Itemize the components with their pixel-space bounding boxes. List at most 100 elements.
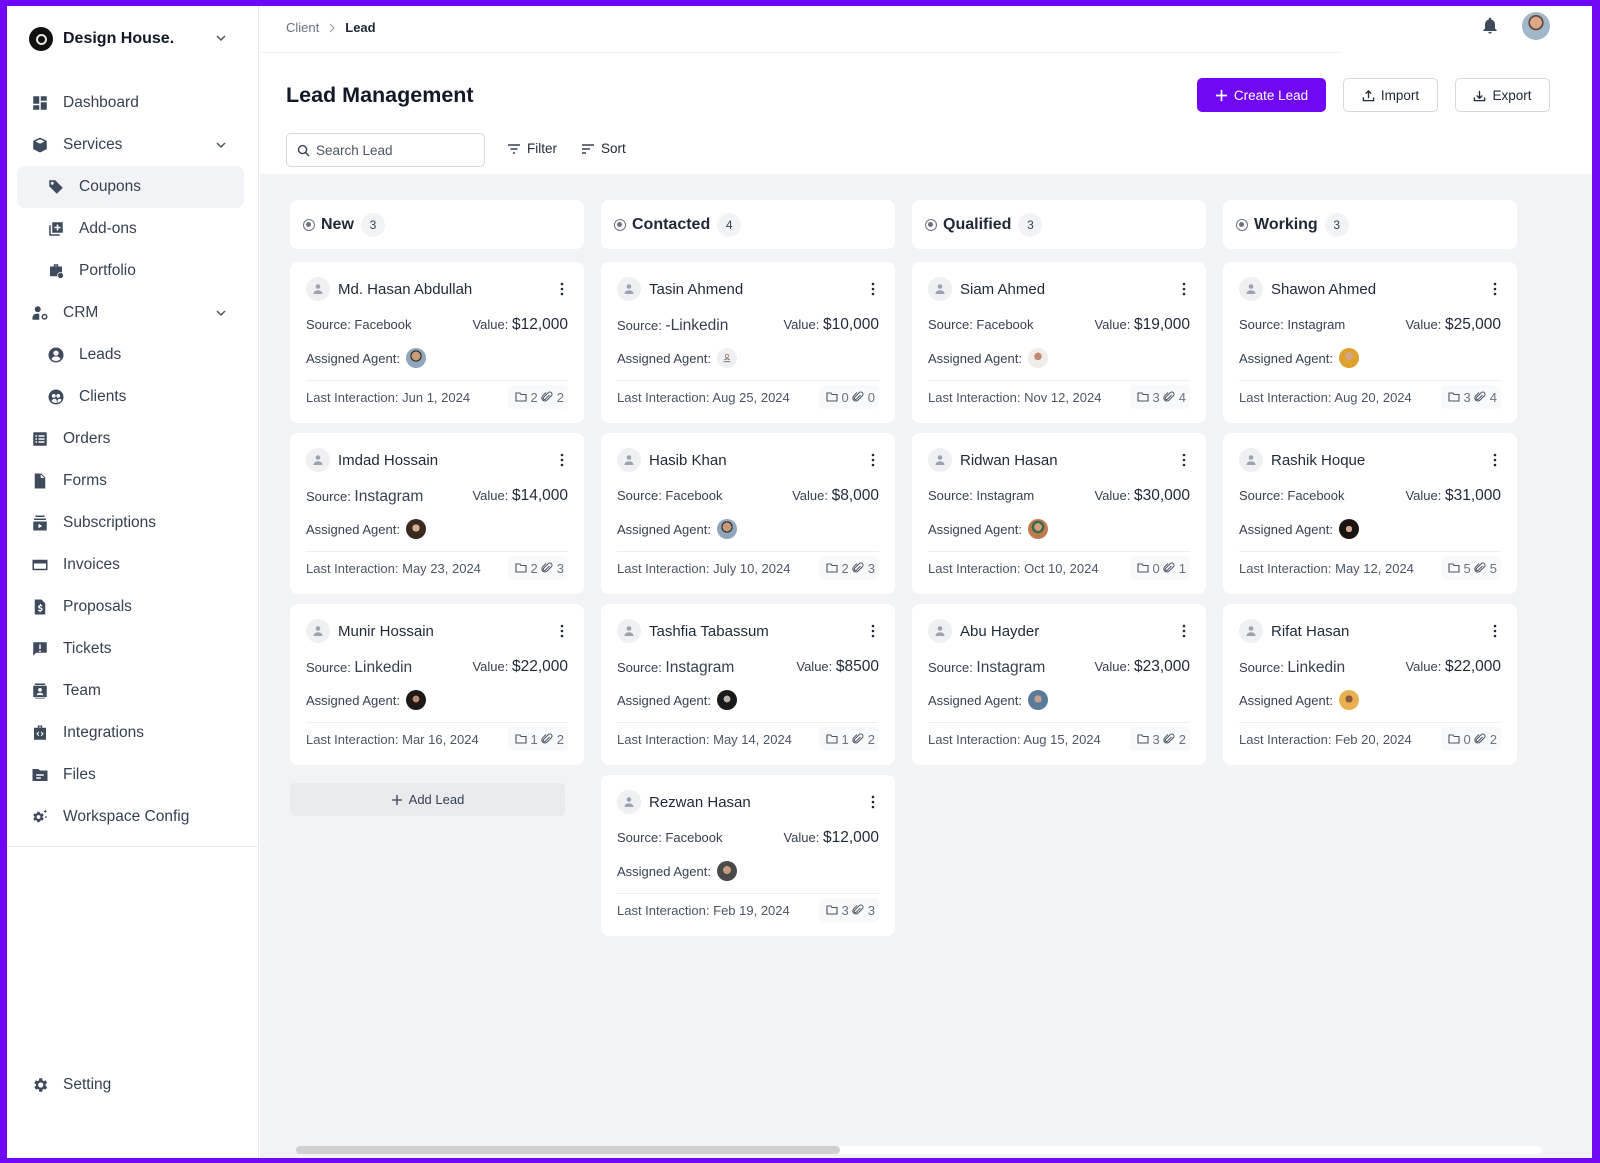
card-divider	[1239, 551, 1501, 552]
agent-avatar[interactable]	[716, 690, 737, 710]
lead-card[interactable]: Siam Ahmed Source: Facebook Value: $19,000…	[912, 262, 1206, 423]
agent-avatar[interactable]	[405, 519, 426, 539]
lead-card[interactable]: Hasib Khan Source: Facebook Value: $8,000 A…	[601, 433, 895, 594]
last-date: Aug 25, 2024	[712, 390, 790, 405]
more-options-icon[interactable]	[1493, 624, 1497, 638]
lead-name[interactable]: Rifat Hasan	[1271, 623, 1349, 640]
agent-avatar[interactable]	[716, 519, 737, 539]
card-divider	[306, 551, 568, 552]
lead-name[interactable]: Ridwan Hasan	[960, 452, 1058, 469]
lead-name[interactable]: Imdad Hossain	[338, 452, 438, 469]
more-options-icon[interactable]	[560, 624, 564, 638]
more-options-icon[interactable]	[871, 624, 875, 638]
sidebar-item-crm[interactable]: CRM	[7, 292, 259, 334]
agent-avatar[interactable]	[405, 348, 426, 368]
sidebar-item-dashboard[interactable]: Dashboard	[7, 82, 259, 124]
more-options-icon[interactable]	[871, 795, 875, 809]
sidebar-item-add-ons[interactable]: Add-ons	[7, 208, 259, 250]
sidebar-item-portfolio[interactable]: Portfolio	[7, 250, 259, 292]
more-options-icon[interactable]	[560, 453, 564, 467]
sidebar-item-proposals[interactable]: Proposals	[7, 586, 259, 628]
more-options-icon[interactable]	[1493, 453, 1497, 467]
lead-name[interactable]: Rezwan Hasan	[649, 794, 751, 811]
unassigned-agent-icon[interactable]	[716, 348, 737, 368]
breadcrumb-client[interactable]: Client	[286, 20, 319, 35]
paperclip-icon	[1163, 562, 1175, 573]
more-options-icon[interactable]	[1182, 453, 1186, 467]
lead-card[interactable]: Rezwan Hasan Source: Facebook Value: $12,0…	[601, 775, 895, 936]
lead-card[interactable]: Tasin Ahmend Source: -Linkedin Value: $10,…	[601, 262, 895, 423]
sidebar-item-clients[interactable]: Clients	[7, 376, 259, 418]
agent-avatar[interactable]	[1338, 348, 1359, 368]
lead-source: Source: Instagram	[928, 488, 1034, 503]
agent-avatar[interactable]	[405, 690, 426, 710]
sort-button[interactable]: Sort	[581, 141, 626, 156]
chevron-down-icon[interactable]	[213, 137, 229, 153]
sidebar-item-setting[interactable]: Setting	[31, 1076, 111, 1094]
sidebar-item-integrations[interactable]: Integrations	[7, 712, 259, 754]
lead-card[interactable]: Munir Hossain Source: Linkedin Value: $22,…	[290, 604, 584, 765]
import-button[interactable]: Import	[1343, 78, 1438, 112]
lead-card[interactable]: Ridwan Hasan Source: Instagram Value: $30,…	[912, 433, 1206, 594]
horizontal-scrollbar[interactable]	[296, 1146, 840, 1154]
lead-name[interactable]: Tashfia Tabassum	[649, 623, 769, 640]
sidebar-item-team[interactable]: Team	[7, 670, 259, 712]
lead-name[interactable]: Shawon Ahmed	[1271, 281, 1376, 298]
user-avatar[interactable]	[1522, 12, 1550, 40]
more-options-icon[interactable]	[1182, 282, 1186, 296]
sidebar-item-orders[interactable]: Orders	[7, 418, 259, 460]
sidebar-item-workspace-config[interactable]: Workspace Config	[7, 796, 259, 838]
sidebar-item-invoices[interactable]: Invoices	[7, 544, 259, 586]
lead-source: Source: Facebook	[306, 317, 412, 332]
lead-name[interactable]: Abu Hayder	[960, 623, 1039, 640]
file-count: 0	[1152, 560, 1160, 576]
lead-card[interactable]: Tashfia Tabassum Source: Instagram Value: …	[601, 604, 895, 765]
source-label: Source:	[617, 660, 666, 675]
lead-value: Value: $19,000	[1094, 316, 1190, 334]
bell-icon[interactable]	[1480, 16, 1500, 36]
lead-card[interactable]: Rifat Hasan Source: Linkedin Value: $22,00…	[1223, 604, 1517, 765]
sidebar-item-forms[interactable]: Forms	[7, 460, 259, 502]
sidebar-item-coupons[interactable]: Coupons	[17, 166, 244, 208]
workspace-switcher[interactable]: Design House.	[29, 26, 229, 52]
lead-card[interactable]: Imdad Hossain Source: Instagram Value: $14…	[290, 433, 584, 594]
more-options-icon[interactable]	[1493, 282, 1497, 296]
lead-name[interactable]: Siam Ahmed	[960, 281, 1045, 298]
agent-avatar[interactable]	[1338, 690, 1359, 710]
column-working: Working 3 Shawon Ahmed Source: Instagram Val…	[1223, 200, 1517, 765]
filter-button[interactable]: Filter	[507, 141, 557, 156]
agent-avatar[interactable]	[716, 861, 737, 881]
sidebar-item-files[interactable]: Files	[7, 754, 259, 796]
create-lead-button[interactable]: Create Lead	[1197, 78, 1326, 112]
upload-icon	[1362, 89, 1375, 101]
lead-name[interactable]: Tasin Ahmend	[649, 281, 743, 298]
sidebar-item-services[interactable]: Services	[7, 124, 259, 166]
sidebar-item-tickets[interactable]: Tickets	[7, 628, 259, 670]
lead-card[interactable]: Md. Hasan Abdullah Source: Facebook Value:…	[290, 262, 584, 423]
agent-avatar[interactable]	[1027, 690, 1048, 710]
add-lead-button[interactable]: Add Lead	[290, 783, 565, 816]
lead-name[interactable]: Munir Hossain	[338, 623, 434, 640]
lead-name[interactable]: Hasib Khan	[649, 452, 727, 469]
more-options-icon[interactable]	[871, 282, 875, 296]
file-icon	[1136, 392, 1149, 402]
lead-name[interactable]: Rashik Hoque	[1271, 452, 1365, 469]
lead-card[interactable]: Abu Hayder Source: Instagram Value: $23,00…	[912, 604, 1206, 765]
agent-avatar[interactable]	[1027, 348, 1048, 368]
more-options-icon[interactable]	[560, 282, 564, 296]
agent-avatar[interactable]	[1338, 519, 1359, 539]
export-button[interactable]: Export	[1455, 78, 1550, 112]
lead-name[interactable]: Md. Hasan Abdullah	[338, 281, 472, 298]
more-options-icon[interactable]	[1182, 624, 1186, 638]
column-header: Working 3	[1223, 200, 1517, 249]
chevron-down-icon[interactable]	[213, 305, 229, 321]
card-divider	[928, 551, 1190, 552]
search-input[interactable]	[316, 142, 476, 158]
sidebar-item-subscriptions[interactable]: Subscriptions	[7, 502, 259, 544]
more-options-icon[interactable]	[871, 453, 875, 467]
lead-card[interactable]: Rashik Hoque Source: Facebook Value: $31,0…	[1223, 433, 1517, 594]
lead-card[interactable]: Shawon Ahmed Source: Instagram Value: $25,…	[1223, 262, 1517, 423]
agent-avatar[interactable]	[1027, 519, 1048, 539]
search-box[interactable]	[286, 133, 485, 167]
sidebar-item-leads[interactable]: Leads	[7, 334, 259, 376]
